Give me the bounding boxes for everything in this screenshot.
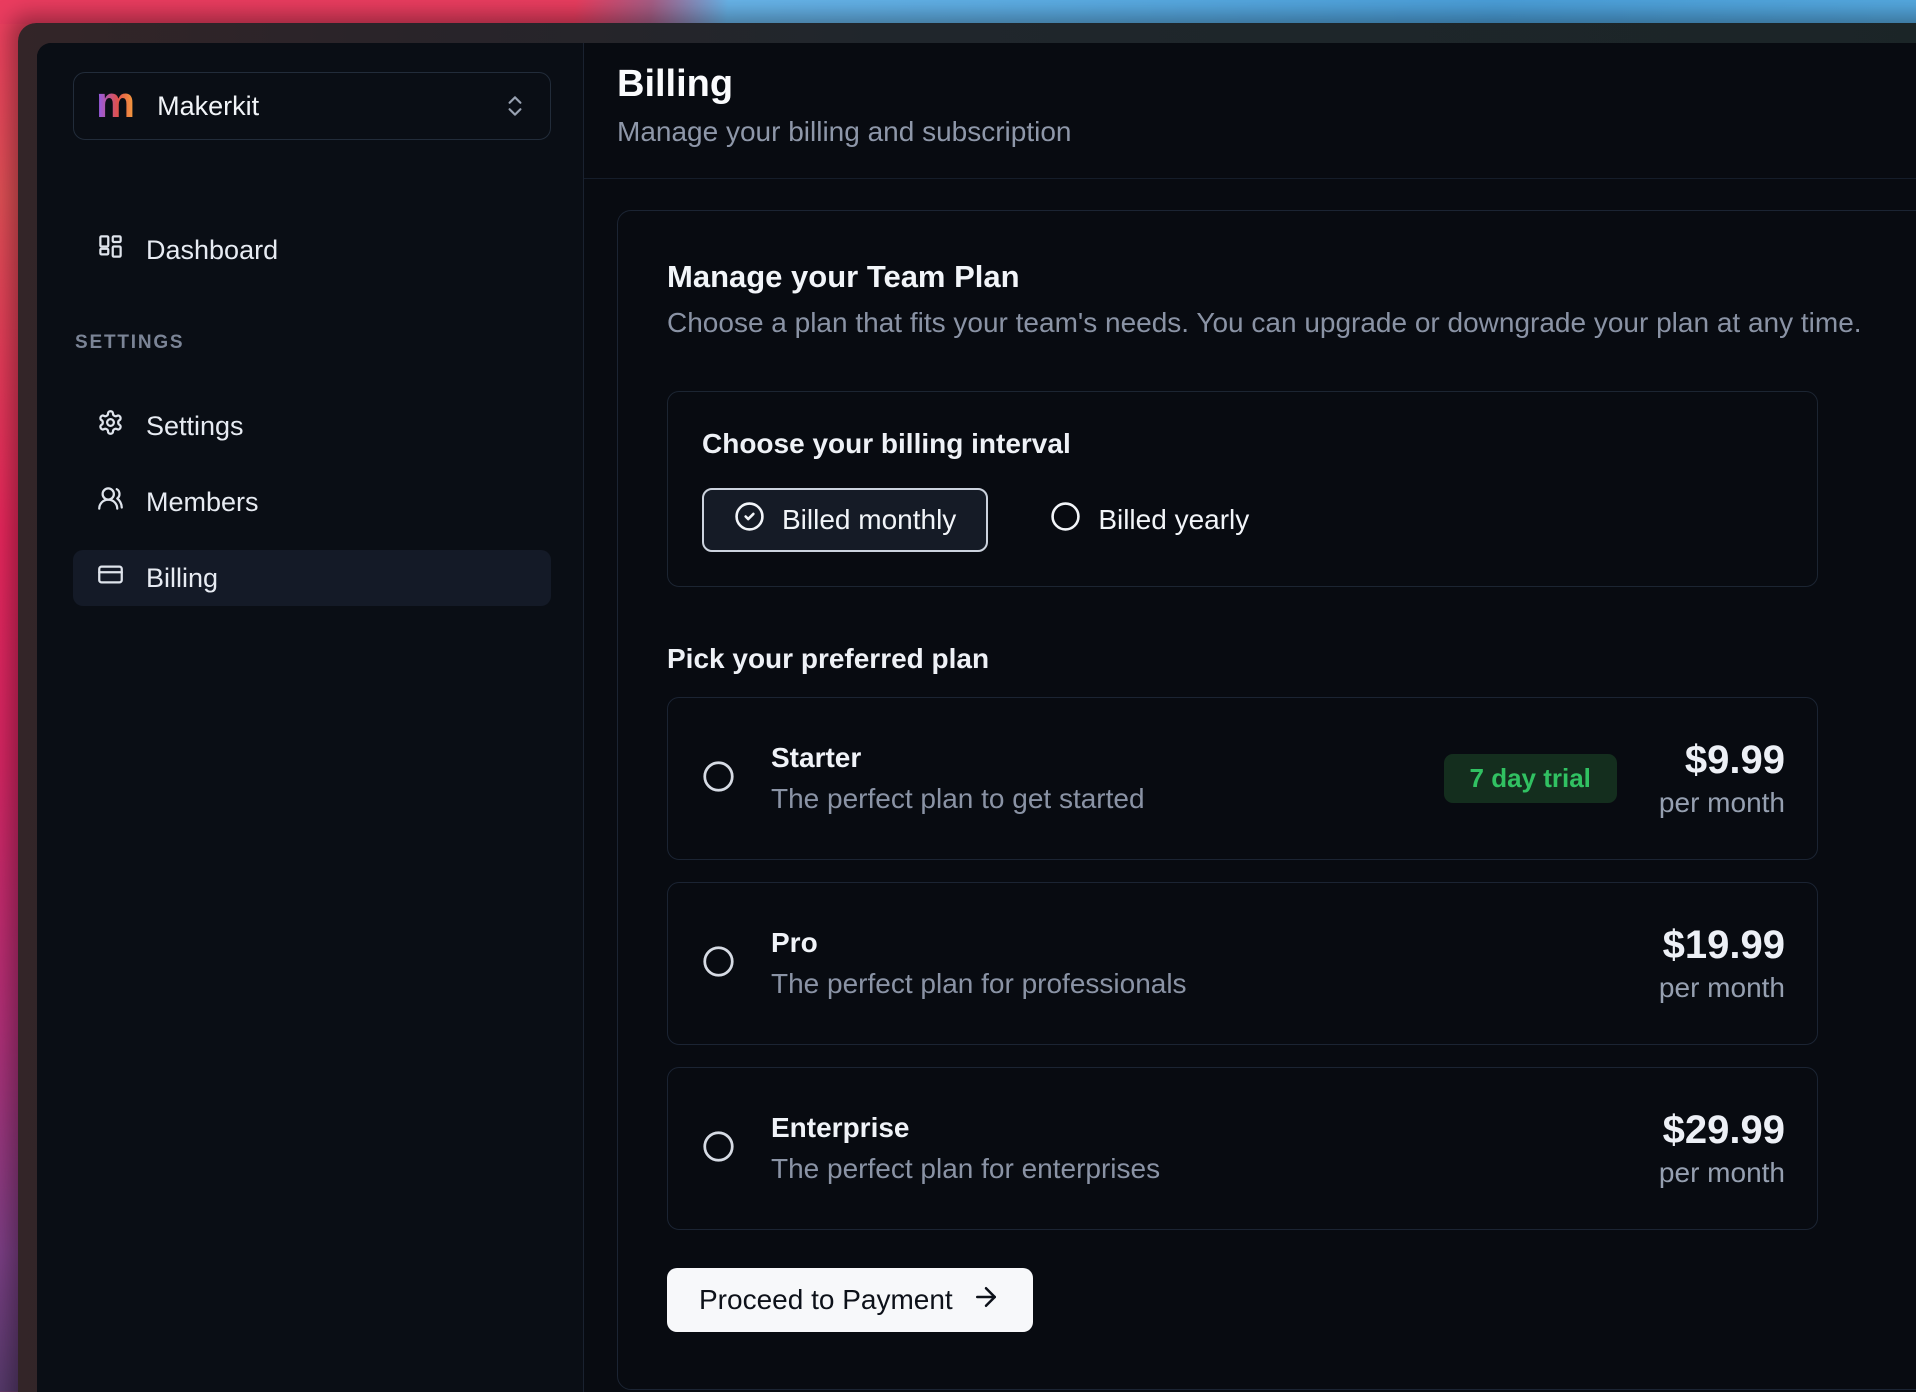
trial-badge: 7 day trial	[1444, 754, 1617, 803]
team-plan-card: Manage your Team Plan Choose a plan that…	[617, 210, 1916, 1390]
users-icon	[97, 485, 124, 519]
plan-radio[interactable]	[702, 1130, 735, 1168]
plan-right: $29.99 per month	[1659, 1108, 1785, 1189]
plan-info: Enterprise The perfect plan for enterpri…	[771, 1112, 1160, 1185]
billed-monthly-option[interactable]: Billed monthly	[702, 488, 988, 552]
plan-row-pro[interactable]: Pro The perfect plan for professionals $…	[667, 882, 1818, 1045]
plan-price: $19.99	[1659, 923, 1785, 968]
sidebar-item-settings[interactable]: Settings	[73, 398, 551, 454]
plan-radio[interactable]	[702, 760, 735, 798]
plan-description: The perfect plan for professionals	[771, 968, 1187, 1000]
credit-card-icon	[97, 561, 124, 595]
plan-right: 7 day trial $9.99 per month	[1444, 738, 1785, 819]
billing-interval-options: Billed monthly Billed yearly	[702, 488, 1783, 552]
sidebar: m Makerkit Dashboard	[37, 43, 584, 1392]
cta-label: Proceed to Payment	[699, 1284, 953, 1316]
billed-yearly-label: Billed yearly	[1098, 504, 1249, 536]
plan-price: $29.99	[1659, 1108, 1785, 1153]
page-header: Billing Manage your billing and subscrip…	[584, 43, 1916, 179]
team-selector[interactable]: m Makerkit	[73, 72, 551, 140]
billed-monthly-label: Billed monthly	[782, 504, 956, 536]
plan-radio[interactable]	[702, 945, 735, 983]
page-subtitle: Manage your billing and subscription	[617, 116, 1916, 148]
main-content: Billing Manage your billing and subscrip…	[584, 43, 1916, 1392]
price-block: $29.99 per month	[1659, 1108, 1785, 1189]
plan-period: per month	[1659, 787, 1785, 819]
circle-check-icon	[734, 501, 765, 539]
plan-description: The perfect plan for enterprises	[771, 1153, 1160, 1185]
plan-name: Starter	[771, 742, 1145, 774]
sidebar-nav: Dashboard SETTINGS Settings	[73, 222, 551, 606]
sidebar-section-label: SETTINGS	[73, 332, 551, 354]
plan-row-enterprise[interactable]: Enterprise The perfect plan for enterpri…	[667, 1067, 1818, 1230]
arrow-right-icon	[971, 1282, 1001, 1319]
team-name: Makerkit	[157, 91, 259, 122]
sidebar-item-label: Billing	[146, 563, 218, 594]
billing-interval-box: Choose your billing interval Billed mont…	[667, 391, 1818, 587]
makerkit-logo-icon: m	[96, 81, 135, 125]
card-subtitle: Choose a plan that fits your team's need…	[667, 307, 1916, 339]
price-block: $19.99 per month	[1659, 923, 1785, 1004]
billed-yearly-option[interactable]: Billed yearly	[1050, 501, 1249, 539]
plan-right: $19.99 per month	[1659, 923, 1785, 1004]
app-window: m Makerkit Dashboard	[37, 43, 1916, 1392]
card-title: Manage your Team Plan	[667, 259, 1916, 295]
page-title: Billing	[617, 63, 1916, 106]
pick-plan-label: Pick your preferred plan	[667, 643, 1916, 675]
proceed-to-payment-button[interactable]: Proceed to Payment	[667, 1268, 1033, 1332]
price-block: $9.99 per month	[1659, 738, 1785, 819]
plan-name: Enterprise	[771, 1112, 1160, 1144]
plan-info: Pro The perfect plan for professionals	[771, 927, 1187, 1000]
sidebar-item-members[interactable]: Members	[73, 474, 551, 530]
plan-price: $9.99	[1659, 738, 1785, 783]
sidebar-item-label: Members	[146, 487, 259, 518]
billing-interval-label: Choose your billing interval	[702, 428, 1783, 460]
plan-period: per month	[1659, 972, 1785, 1004]
plan-description: The perfect plan to get started	[771, 783, 1145, 815]
plan-row-starter[interactable]: Starter The perfect plan to get started …	[667, 697, 1818, 860]
plan-info: Starter The perfect plan to get started	[771, 742, 1145, 815]
plan-period: per month	[1659, 1157, 1785, 1189]
dashboard-icon	[97, 233, 124, 267]
plan-name: Pro	[771, 927, 1187, 959]
circle-icon	[1050, 501, 1081, 539]
gear-icon	[97, 409, 124, 443]
chevrons-up-down-icon	[502, 93, 528, 119]
content-area: Manage your Team Plan Choose a plan that…	[584, 179, 1916, 1390]
sidebar-item-label: Dashboard	[146, 235, 278, 266]
sidebar-item-label: Settings	[146, 411, 244, 442]
desktop-wallpaper-top	[0, 0, 1916, 24]
sidebar-item-billing[interactable]: Billing	[73, 550, 551, 606]
sidebar-item-dashboard[interactable]: Dashboard	[73, 222, 551, 278]
